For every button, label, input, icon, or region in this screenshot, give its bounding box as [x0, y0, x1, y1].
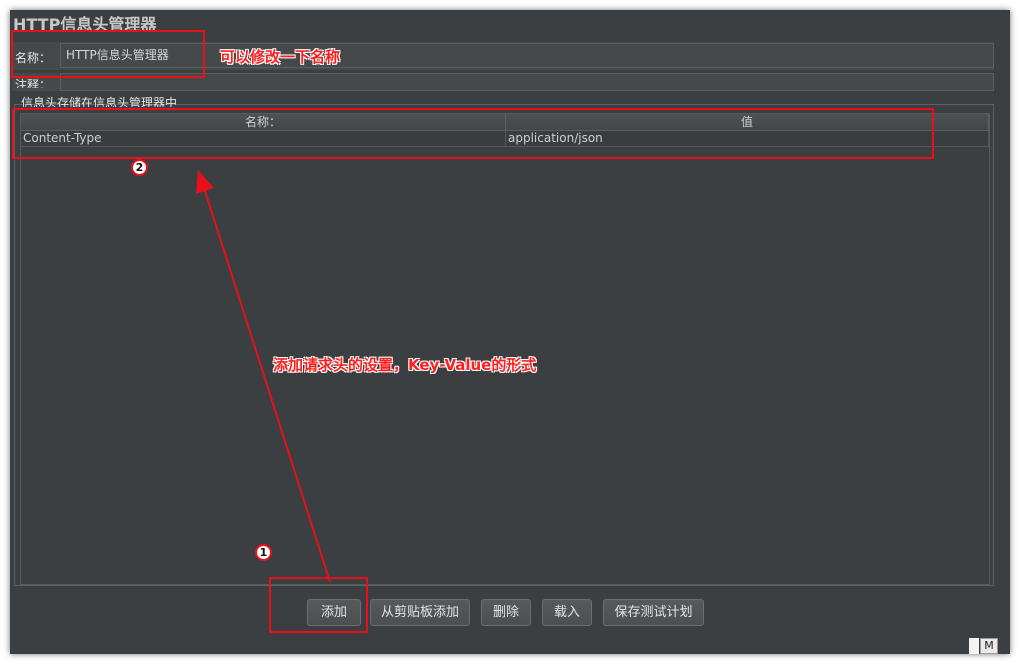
annotation-badge-one: 1 [255, 544, 272, 561]
add-from-clipboard-button[interactable]: 从剪贴板添加 [370, 599, 470, 626]
headers-table [20, 113, 990, 585]
annotation-add-header-hint: 添加请求头的设置，Key-Value的形式 [273, 356, 537, 374]
annotation-badge-two: 2 [131, 159, 148, 176]
annotation-box-table [12, 108, 934, 159]
save-test-plan-button[interactable]: 保存测试计划 [603, 599, 704, 626]
delete-button[interactable]: 删除 [481, 599, 531, 626]
annotation-rename-hint: 可以修改一下名称 [220, 48, 341, 66]
annotation-box-name [11, 30, 205, 78]
load-button[interactable]: 载入 [542, 599, 592, 626]
headers-group-label: 信息头存储在信息头管理器中 [21, 96, 178, 107]
corner-m-icon: M [980, 638, 998, 654]
corner-strip [969, 638, 979, 654]
annotation-box-add-button [269, 577, 368, 633]
